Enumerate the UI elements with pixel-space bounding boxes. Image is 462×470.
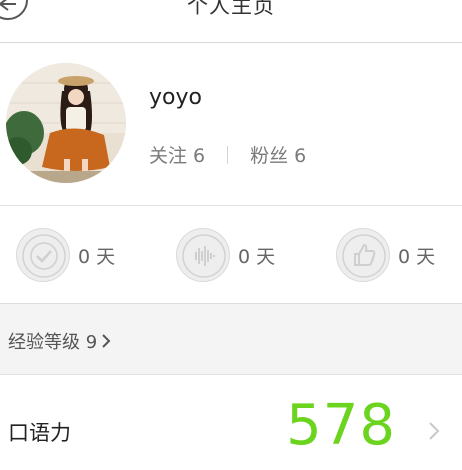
experience-level-label: 经验等级 9 [8,332,98,353]
avatar-photo [6,63,126,183]
thumbs-up-badge-icon [336,228,390,282]
follow-stats: 关注 6 粉丝 6 [149,141,306,168]
soundwave-badge-icon [176,228,230,282]
experience-level: 经验等级 9 [8,328,111,354]
profile-card: yoyo 关注 6 粉丝 6 [0,43,462,206]
stats-divider [227,145,229,164]
badge-thumbs-up[interactable]: 0 天 [336,228,435,282]
badge-soundwave[interactable]: 0 天 [176,228,275,282]
chevron-right-icon [429,422,440,440]
badge-days: 0 天 [78,245,116,268]
badge-days: 0 天 [238,245,276,268]
following-link[interactable]: 关注 6 [149,141,205,168]
followers-link[interactable]: 粉丝 6 [250,141,306,168]
oral-ability-label: 口语力 [8,421,71,445]
avatar[interactable] [6,63,126,183]
badge-check[interactable]: 0 天 [16,228,115,282]
check-badge-icon [16,228,70,282]
badge-row: 0 天 0 天 0 天 [0,206,462,304]
experience-level-row[interactable]: 经验等级 9 [0,304,462,375]
chevron-right-icon [102,334,111,348]
username: yoyo [149,85,202,110]
top-nav-bar: 个人主页 [0,0,462,43]
oral-ability-score: 578 [286,393,396,458]
oral-ability-row[interactable]: 口语力 578 [0,375,462,470]
page-title: 个人主页 [187,0,275,18]
badge-days: 0 天 [398,245,436,268]
